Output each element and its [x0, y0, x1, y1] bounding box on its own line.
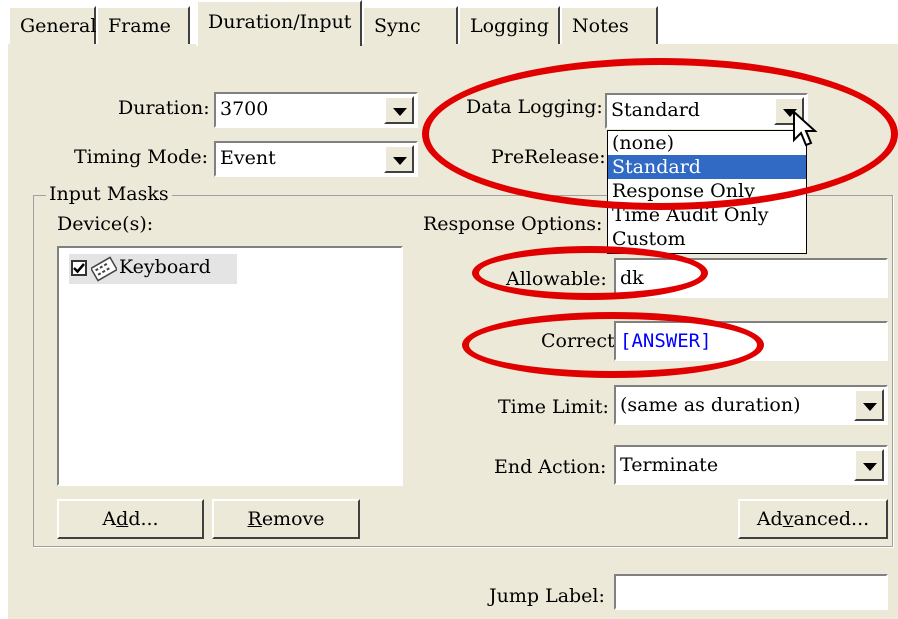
end-action-dropdown-button[interactable]: [854, 449, 884, 481]
duration-value: 3700: [220, 98, 269, 120]
tab-frame[interactable]: Frame: [96, 6, 190, 44]
tab-label: Duration/Input: [208, 11, 352, 33]
tab-duration-input[interactable]: Duration/Input: [196, 0, 362, 46]
button-text: anced...: [793, 508, 870, 530]
tab-label: Frame: [108, 15, 171, 37]
time-limit-combo[interactable]: (same as duration): [614, 385, 888, 425]
devices-listbox[interactable]: Keyboard: [57, 246, 403, 486]
input-masks-title: Input Masks: [46, 183, 172, 205]
button-text: A: [102, 508, 117, 530]
keyboard-icon: [91, 256, 117, 282]
end-action-label: End Action:: [494, 456, 607, 478]
jump-label-label: Jump Label:: [489, 585, 605, 607]
button-accelerator: v: [782, 508, 794, 530]
tab-logging[interactable]: Logging: [458, 6, 560, 44]
response-options-label: Response Options:: [423, 213, 603, 235]
device-name: Keyboard: [119, 256, 211, 278]
end-action-value: Terminate: [620, 454, 719, 476]
end-action-combo[interactable]: Terminate: [614, 445, 888, 485]
device-checkbox[interactable]: [71, 260, 87, 276]
devices-label: Device(s):: [57, 213, 154, 235]
highlight-ellipse-correct: [462, 312, 764, 378]
duration-label: Duration:: [118, 97, 210, 119]
time-limit-value: (same as duration): [620, 394, 801, 416]
timing-mode-dropdown-button[interactable]: [384, 145, 414, 173]
time-limit-label: Time Limit:: [498, 396, 609, 418]
tab-label: General: [20, 15, 97, 37]
chevron-down-icon: [393, 157, 407, 165]
button-text: Ad: [756, 508, 783, 530]
chevron-down-icon: [393, 108, 407, 116]
timing-mode-value: Event: [220, 147, 276, 169]
timing-mode-label: Timing Mode:: [74, 146, 208, 168]
button-accelerator: d: [116, 508, 129, 530]
remove-device-button[interactable]: Remove: [212, 499, 360, 539]
tab-general[interactable]: General: [8, 6, 96, 44]
mouse-cursor-icon: [793, 110, 818, 147]
duration-combo[interactable]: 3700: [214, 92, 418, 128]
add-device-button[interactable]: Add...: [57, 499, 204, 539]
list-item[interactable]: Keyboard: [69, 254, 237, 284]
tab-label: Logging: [470, 15, 549, 37]
button-accelerator: R: [247, 508, 262, 530]
button-text: d...: [128, 508, 159, 530]
tab-notes[interactable]: Notes: [560, 6, 658, 44]
checkmark-icon: [73, 263, 85, 274]
tab-strip: General Frame Duration/Input Sync Loggin…: [0, 0, 898, 46]
jump-label-input[interactable]: [614, 574, 888, 610]
chevron-down-icon: [863, 403, 877, 411]
highlight-ellipse-allowable: [472, 246, 708, 300]
highlight-ellipse-data-logging: [422, 58, 898, 210]
chevron-down-icon: [863, 463, 877, 471]
tab-label: Sync: [374, 15, 421, 37]
duration-dropdown-button[interactable]: [384, 96, 414, 124]
time-limit-dropdown-button[interactable]: [854, 389, 884, 421]
button-text: emove: [261, 508, 325, 530]
timing-mode-combo[interactable]: Event: [214, 141, 418, 177]
advanced-button[interactable]: Advanced...: [738, 499, 888, 539]
tab-sync[interactable]: Sync: [362, 6, 458, 44]
tab-label: Notes: [572, 15, 629, 37]
